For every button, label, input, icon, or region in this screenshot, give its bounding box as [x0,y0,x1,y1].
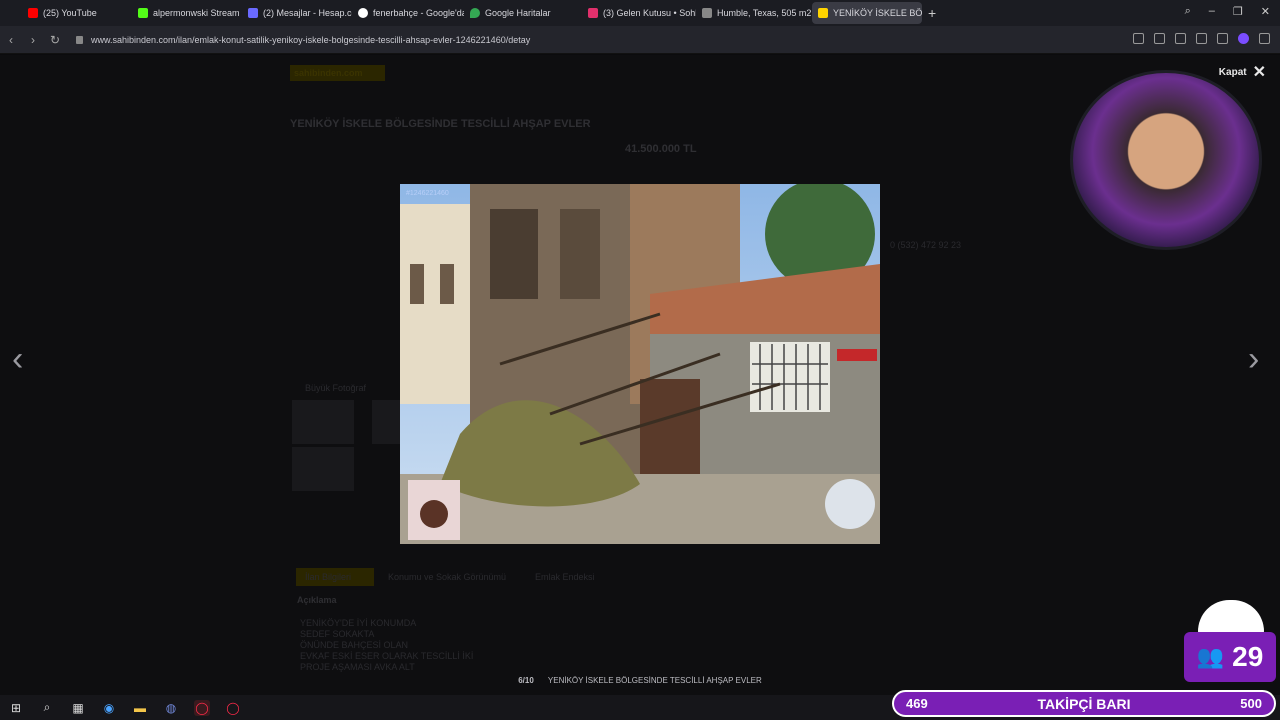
streamer-webcam [1070,70,1262,250]
tab-label: YENİKÖY İSKELE BÖLGESİ [833,8,922,18]
tab-sahibinden[interactable]: YENİKÖY İSKELE BÖLGESİ [812,2,922,24]
browser-toolbar [1133,33,1270,44]
profile-icon[interactable] [1238,33,1249,44]
photo-caption: 6/10 YENİKÖY İSKELE BÖLGESİNDE TESCİLLİ … [0,676,1280,685]
goal-target: 500 [1240,696,1262,711]
edit-icon[interactable] [1154,33,1165,44]
listing-title: YENİKÖY İSKELE BÖLGESİNDE TESCİLLİ AHŞAP… [290,118,591,130]
big-photo-link[interactable]: Büyük Fotoğraf [305,383,366,393]
description-line: EVKAF ESKİ ESER OLARAK TESCİLLİ İKİ [300,651,474,661]
description-line: PROJE AŞAMASI AVKA ALT [300,662,415,672]
tab-label: alpermonwski Stream - W [153,8,242,18]
extension-icon[interactable] [1259,33,1270,44]
phone-number: 0 (532) 472 92 23 [890,240,962,250]
prev-photo-icon[interactable]: ‹ [12,342,23,376]
discord-icon[interactable]: ◍ [163,700,179,716]
next-photo-icon[interactable]: › [1248,342,1259,376]
tab-humble[interactable]: Humble, Texas, 505 m2, sa [696,2,812,24]
description-line: SEDEF SOKAKTA [300,629,375,639]
sahibinden-icon [818,8,828,18]
menu-icon[interactable] [1217,33,1228,44]
logo-text: sahibinden.com [294,68,363,78]
back-icon[interactable]: ‹ [0,33,22,47]
description-line: YENİKÖY'DE İYİ KONUMDA [300,618,417,628]
browser-tab-bar: (25) YouTube alpermonwski Stream - W (2)… [0,0,1280,26]
listing-price: 41.500.000 TL [625,143,697,155]
photo-id-watermark: #1246221460 [406,190,449,197]
tab-google-search[interactable]: fenerbahçe - Google'da A [352,2,464,24]
tab-label: fenerbahçe - Google'da A [373,8,464,18]
maps-icon [470,8,480,18]
url-field[interactable]: www.sahibinden.com/ilan/emlak-konut-sati… [91,35,530,45]
reader-icon[interactable] [1133,33,1144,44]
thumbnail[interactable] [292,400,354,444]
photo-counter: 6/10 [518,676,534,685]
goal-current: 469 [906,696,928,711]
tab-label: (25) YouTube [43,8,97,18]
tab-youtube[interactable]: (25) YouTube [22,2,132,24]
file-explorer-icon[interactable]: ▬ [132,700,148,716]
new-tab-icon[interactable]: + [928,5,936,21]
listing-icon [702,8,712,18]
house-photo-image [400,184,880,544]
opera-gx-icon[interactable]: ◯ [194,699,210,716]
reload-icon[interactable]: ↻ [44,33,66,47]
tab-listing-info[interactable]: İlan Bilgileri [305,572,351,582]
tab-kick[interactable]: alpermonwski Stream - W [132,2,242,24]
forward-icon[interactable]: › [22,33,44,47]
google-icon [358,8,368,18]
caption-text: YENİKÖY İSKELE BÖLGESİNDE TESCİLLİ AHŞAP… [547,676,762,685]
search-tabs-icon[interactable]: ⌕ [1185,5,1191,18]
settings-icon[interactable] [1196,33,1207,44]
tab-instagram[interactable]: (3) Gelen Kutusu • Sohbet [582,2,696,24]
tab-google-maps[interactable]: Google Haritalar [464,2,582,24]
follower-count-widget: 👥 29 [1184,632,1276,682]
tab-location[interactable]: Konumu ve Sokak Görünümü [388,572,506,582]
tab-label: Google Haritalar [485,8,551,18]
close-label: Kapat [1218,66,1247,78]
window-controls: ⌕ – ❐ ✕ [1185,5,1270,18]
lock-icon [76,35,83,44]
close-window-icon[interactable]: ✕ [1261,5,1270,18]
task-view-icon[interactable]: ▦ [70,700,86,716]
windows-start-icon[interactable]: ⊞ [8,700,24,716]
tab-index[interactable]: Emlak Endeksi [535,572,595,582]
goal-label: TAKİPÇİ BARI [1037,695,1131,712]
close-icon: ✕ [1252,64,1266,81]
description-line: ÖNÜNDE BAHÇESİ OLAN [300,640,409,650]
tab-label: (2) Mesajlar - Hesap.com. [263,8,352,18]
description-heading: Açıklama [297,595,337,605]
lightbox-photo: #1246221460 [400,184,880,544]
tab-label: Humble, Texas, 505 m2, sa [717,8,812,18]
tab-label: (3) Gelen Kutusu • Sohbet [603,8,696,18]
people-icon: 👥 [1196,644,1225,669]
kick-icon [138,8,148,18]
close-viewer-button[interactable]: Kapat ✕ [1219,62,1266,82]
follower-goal-bar: 469 TAKİPÇİ BARI 500 [892,690,1276,717]
hesap-icon [248,8,258,18]
restore-icon[interactable]: ❐ [1233,5,1243,18]
thumbnail[interactable] [372,400,400,444]
instagram-icon [588,8,598,18]
tab-hesap[interactable]: (2) Mesajlar - Hesap.com. [242,2,352,24]
follower-count: 29 [1232,641,1264,672]
minimize-icon[interactable]: – [1209,5,1215,18]
thumbnail[interactable] [292,447,354,491]
chrome-icon[interactable]: ◉ [101,700,117,716]
camera-icon[interactable] [1175,33,1186,44]
opera-icon[interactable]: ◯ [225,700,241,716]
search-icon[interactable]: ⌕ [39,700,55,716]
youtube-icon [28,8,38,18]
address-bar: ‹ › ↻ www.sahibinden.com/ilan/emlak-konu… [0,26,1280,54]
